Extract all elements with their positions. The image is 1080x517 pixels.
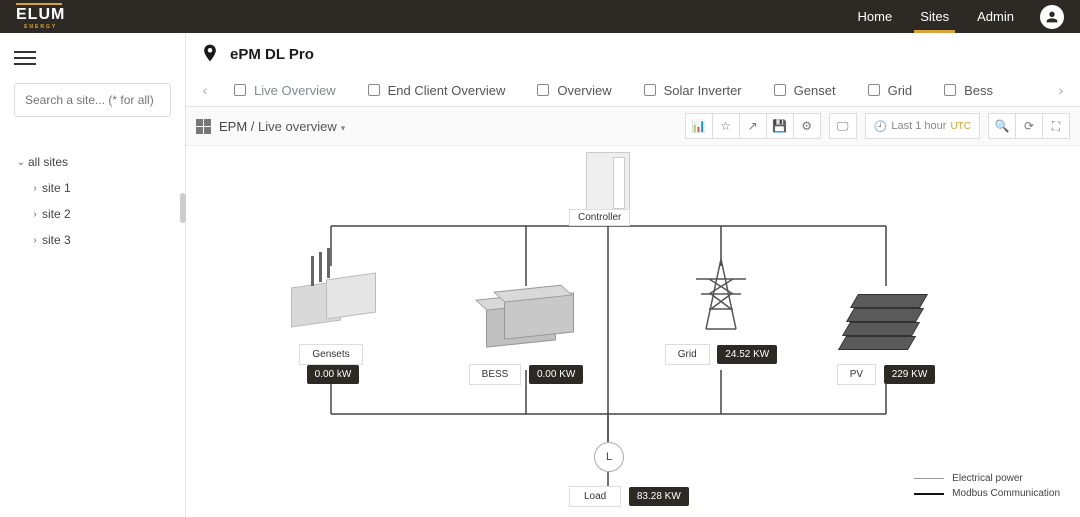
person-icon [1044,9,1060,25]
tree-item-site-3[interactable]: › site 3 [10,227,175,253]
site-tree: ⌄ all sites › site 1 › site 2 › site 3 [10,149,175,253]
star-button[interactable]: ☆ [712,113,740,139]
tree-root-all-sites[interactable]: ⌄ all sites [10,149,175,175]
tab-solar-inverter[interactable]: Solar Inverter [628,75,758,106]
cycle-view-button[interactable]: 🖵 [829,113,857,139]
diagram-legend: Electrical power Modbus Communication [914,473,1060,503]
chevron-down-icon: ⌄ [14,157,28,168]
tree-item-site-1[interactable]: › site 1 [10,175,175,201]
save-button[interactable]: 💾 [766,113,794,139]
chevron-right-icon: › [28,183,42,194]
tab-end-client-overview[interactable]: End Client Overview [352,75,522,106]
asset-bess: BESS 0.00 KW [466,274,586,385]
title-bar: ePM DL Pro [186,33,1080,74]
top-navbar: ELUMENERGY Home Sites Admin [0,0,1080,33]
clock-icon: 🕘 [874,120,888,133]
legend-swatch-electrical [914,478,944,479]
tab-live-overview[interactable]: Live Overview [218,75,352,106]
checkbox-icon [234,84,246,96]
checkbox-icon [537,84,549,96]
tab-bess[interactable]: Bess [928,75,1009,106]
nav-sites[interactable]: Sites [906,0,963,33]
tree-item-site-2[interactable]: › site 2 [10,201,175,227]
hamburger-button[interactable] [0,33,185,69]
search-input[interactable] [15,84,170,116]
breadcrumb[interactable]: EPM / Live overview▾ [219,119,345,134]
bess-label: BESS [469,364,522,385]
tree-item-label: site 3 [42,233,71,247]
checkbox-icon [368,84,380,96]
grid-label: Grid [665,344,710,365]
user-avatar[interactable] [1040,5,1064,29]
tree-item-label: site 2 [42,207,71,221]
main-panel: ePM DL Pro ‹ Live Overview End Client Ov… [186,33,1080,517]
share-button[interactable]: ↗ [739,113,767,139]
controller-label: Controller [569,209,630,226]
solar-panel-icon [836,274,936,354]
nav-home[interactable]: Home [844,0,907,33]
load-readout: Load 83.28 KW [569,486,689,507]
nav-admin[interactable]: Admin [963,0,1028,33]
checkbox-icon [644,84,656,96]
tab-strip: ‹ Live Overview End Client Overview Over… [186,74,1080,107]
pv-value: 229 KW [884,365,936,384]
dashboard-grid-icon [196,119,211,134]
gensets-icon [281,254,381,334]
load-value: 83.28 KW [629,487,689,506]
tab-genset[interactable]: Genset [758,75,852,106]
bess-icon [476,274,576,354]
sidebar: ⌄ all sites › site 1 › site 2 › site 3 [0,33,186,517]
chevron-right-icon: › [28,235,42,246]
checkbox-icon [774,84,786,96]
tab-grid[interactable]: Grid [852,75,929,106]
legend-swatch-modbus [914,493,944,495]
refresh-button[interactable]: ⟳ [1015,113,1043,139]
tabs-next[interactable]: › [1048,74,1074,106]
single-line-diagram: Controller Gensets 0.00 kW BESS 0.00 KW [186,146,1080,517]
gensets-label: Gensets [299,344,362,365]
tab-overview[interactable]: Overview [521,75,627,106]
chevron-right-icon: › [28,209,42,220]
tree-root-label: all sites [28,155,68,169]
brand-logo: ELUMENERGY [16,3,65,30]
page-title: ePM DL Pro [230,46,314,63]
checkbox-icon [868,84,880,96]
tree-item-label: site 1 [42,181,71,195]
load-label: Load [569,486,621,507]
time-range-picker[interactable]: 🕘 Last 1 hour UTC [865,113,980,139]
site-search[interactable] [14,83,171,117]
zoom-out-button[interactable]: 🔍 [988,113,1016,139]
settings-button[interactable]: ⚙ [793,113,821,139]
grid-value: 24.52 KW [717,345,777,364]
tabs-prev[interactable]: ‹ [192,74,218,106]
dashboard-toolbar: EPM / Live overview▾ 📊 ☆ ↗ 💾 ⚙ 🖵 🕘 Last … [186,107,1080,146]
asset-pv: PV 229 KW [826,274,946,385]
location-pin-icon [200,43,220,66]
bess-value: 0.00 KW [529,365,583,384]
transmission-tower-icon [681,254,761,334]
asset-gensets: Gensets 0.00 kW [271,254,391,384]
fullscreen-button[interactable]: ⛶ [1042,113,1070,139]
add-panel-button[interactable]: 📊 [685,113,713,139]
asset-grid: Grid 24.52 KW [661,254,781,365]
checkbox-icon [944,84,956,96]
gensets-value: 0.00 kW [307,365,360,384]
load-symbol: L [594,442,624,472]
pv-label: PV [837,364,876,385]
controller-device [586,152,630,210]
